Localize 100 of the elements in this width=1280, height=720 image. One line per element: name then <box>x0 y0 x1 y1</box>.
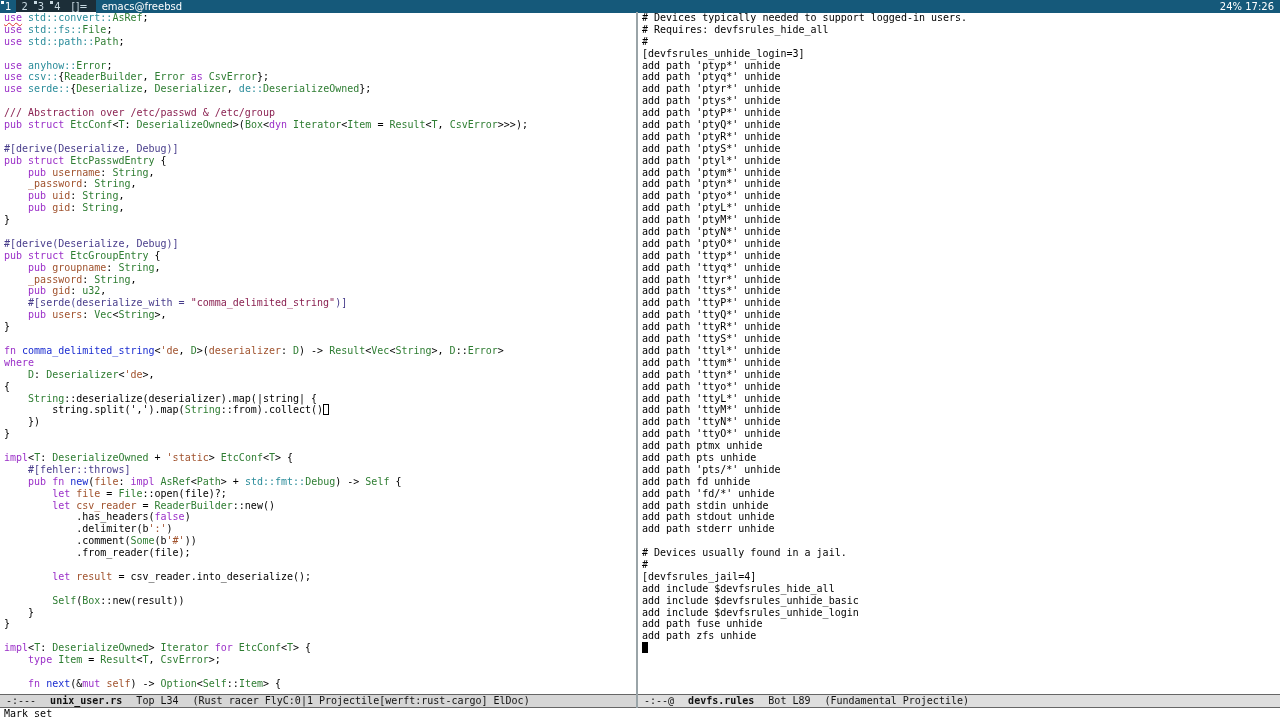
buffer-name: devfs.rules <box>688 695 755 707</box>
code-line: use std::convert::AsRef; <box>4 12 150 24</box>
code-line: pub gid: String, <box>27 202 126 215</box>
buffer-name: unix_user.rs <box>50 695 123 707</box>
text-line: add path 'ptyP*' unhide <box>642 107 782 119</box>
text-line: add path 'ptyN*' unhide <box>642 226 782 238</box>
text-line: add include $devfsrules_unhide_login <box>642 606 860 619</box>
text-line: # <box>642 558 650 571</box>
code-line: D: Deserializer<'de>, <box>27 368 156 381</box>
text-line: add path zfs unhide <box>642 630 758 643</box>
text-line: add path 'pts/*' unhide <box>642 463 782 476</box>
code-line: /// Abstraction over /etc/passwd & /etc/group <box>4 107 276 119</box>
text-line: add path 'ttyl*' unhide <box>642 344 782 357</box>
code-line: fn next(&mut self) -> Option<Self::Item> { <box>27 677 283 690</box>
text-line: add path stderr unhide <box>642 523 776 536</box>
code-line: use std::path::Path; <box>4 35 126 48</box>
text-line: add path fuse unhide <box>642 618 763 631</box>
text-line: add include $devfsrules_unhide_basic <box>642 594 860 607</box>
text-line: add path 'ttyp*' unhide <box>642 249 782 262</box>
text-line: add path 'ttyS*' unhide <box>642 333 782 345</box>
workspace-tag[interactable]: 3 <box>32 0 50 13</box>
code-line: pub struct EtcConf<T: DeserializeOwned>(Box<dyn Iterator<Item = Result<T, CsvError>>>); <box>4 119 529 131</box>
text-line: add path 'ttyo*' unhide <box>642 380 782 393</box>
code-line: pub users: Vec<String>, <box>27 309 168 322</box>
code-line: #[fehler::throws] <box>27 463 132 476</box>
code-line: } <box>4 321 12 334</box>
text-line: # Devices usually found in a jail. <box>642 547 848 559</box>
echo-area: Mark set <box>0 708 1280 720</box>
text-line: # <box>642 35 650 48</box>
text-line: add path 'ptyQ*' unhide <box>642 119 782 131</box>
text-line: add path 'ttyO*' unhide <box>642 428 782 441</box>
code-line: string.split(',').map(String::from).collect() <box>4 404 636 417</box>
workspace-tag[interactable]: 1 <box>0 0 17 13</box>
code-line: { <box>4 380 12 393</box>
code-line: } <box>27 606 36 619</box>
code-line: impl<T: DeserializeOwned> Iterator for EtcConf<T> { <box>4 642 313 655</box>
buffer-flags: -:--@ <box>644 695 675 707</box>
text-line: add path 'ttym*' unhide <box>642 356 782 369</box>
code-line: .comment(Some(b'#')) <box>75 535 198 548</box>
buffer-position: Top L34 <box>136 695 179 707</box>
code-line: use serde::{Deserialize, Deserializer, de::DeserializeOwned}; <box>4 83 373 96</box>
text-line: add path 'ptyo*' unhide <box>642 190 782 203</box>
code-line: #[serde(deserialize_with = "comma_delimited_string")] <box>27 297 349 310</box>
text-line: add path 'ttyQ*' unhide <box>642 309 782 322</box>
text-line: # Requires: devfsrules_hide_all <box>642 23 830 36</box>
text-line: add path stdout unhide <box>642 511 776 524</box>
code-line: String::deserialize(deserializer).map(|string| { <box>27 392 318 405</box>
mode-list: (Rust racer FlyC:0|1 Projectile[werft:rust-cargo] ElDoc) <box>192 695 530 707</box>
code-line: #[derive(Deserialize, Debug)] <box>4 237 180 250</box>
text-line: add path 'ptyR*' unhide <box>642 130 782 143</box>
workspace-tag[interactable]: 4 <box>49 0 66 13</box>
code-line: } <box>4 214 12 227</box>
code-line: } <box>4 428 12 441</box>
status-text: 24% 17:26 <box>1215 0 1280 13</box>
text-line: add path 'ptyp*' unhide <box>642 59 781 72</box>
code-line: } <box>4 618 12 631</box>
code-line: Self(Box::new(result)) <box>51 594 186 607</box>
text-line: add path 'ptyn*' unhide <box>642 178 782 191</box>
code-line: pub fn new(file: impl AsRef<Path> + std::fmt::Debug) -> Self { <box>27 475 403 488</box>
code-line: fn comma_delimited_string<'de, D>(deserializer: D) -> Result<Vec<String>, D::Error> <box>4 344 505 357</box>
text-line: [devfsrules_jail=4] <box>642 570 758 583</box>
code-line: pub username: String, <box>27 166 156 179</box>
text-line: # Devices typically needed to support logged-in users. <box>642 12 969 24</box>
code-line: where <box>4 356 35 369</box>
code-line: pub struct EtcGroupEntry { <box>4 249 162 262</box>
workspace-tag[interactable]: 2 <box>16 0 33 13</box>
text-line: add path stdin unhide <box>642 499 770 512</box>
code-line: .has_headers(false) <box>75 511 192 524</box>
text-line: add path 'ptyS*' unhide <box>642 142 782 155</box>
buffer-flags: -:--- <box>6 695 37 707</box>
code-line: .from_reader(file); <box>75 547 192 559</box>
text-line: add path 'ttyM*' unhide <box>642 404 782 417</box>
text-line: add path 'ptyM*' unhide <box>642 214 782 227</box>
code-line: let csv_reader = ReaderBuilder::new() <box>51 499 276 512</box>
text-line: add path 'ttyL*' unhide <box>642 392 782 405</box>
text-line: add path 'ptys*' unhide <box>642 95 782 108</box>
text-line: add path 'ttyR*' unhide <box>642 321 782 334</box>
text-line: add path 'ptyO*' unhide <box>642 237 782 250</box>
text-line: add path fd unhide <box>642 475 752 488</box>
text-line: add path 'ptyL*' unhide <box>642 202 782 215</box>
mode-list: (Fundamental Projectile) <box>824 695 969 707</box>
text-line: add path pts unhide <box>642 451 758 464</box>
text-line: add include $devfsrules_hide_all <box>642 582 836 595</box>
code-line: use std::fs::File; <box>4 23 114 36</box>
code-line: pub groupname: String, <box>27 261 162 274</box>
text-line: add path 'ptym*' unhide <box>642 166 782 179</box>
layout-indicator[interactable]: []= <box>65 0 96 13</box>
code-line: _password: String, <box>27 273 138 286</box>
text-line: add path 'ttyr*' unhide <box>642 273 782 286</box>
buffer-position: Bot L89 <box>768 695 811 707</box>
code-line: pub uid: String, <box>27 190 126 203</box>
text-line: add path 'ptyq*' unhide <box>642 71 782 84</box>
text-line: add path 'ttyN*' unhide <box>642 416 782 429</box>
window-title: emacs@freebsd <box>95 0 1216 13</box>
text-line: add path 'ttyn*' unhide <box>642 368 782 381</box>
text-line: add path ptmx unhide <box>642 440 764 452</box>
code-line: pub gid: u32, <box>27 285 108 298</box>
code-line: impl<T: DeserializeOwned + 'static> EtcConf<T> { <box>4 451 295 464</box>
code-line: let file = File::open(file)?; <box>51 487 228 500</box>
code-line: use anyhow::Error; <box>4 59 114 72</box>
